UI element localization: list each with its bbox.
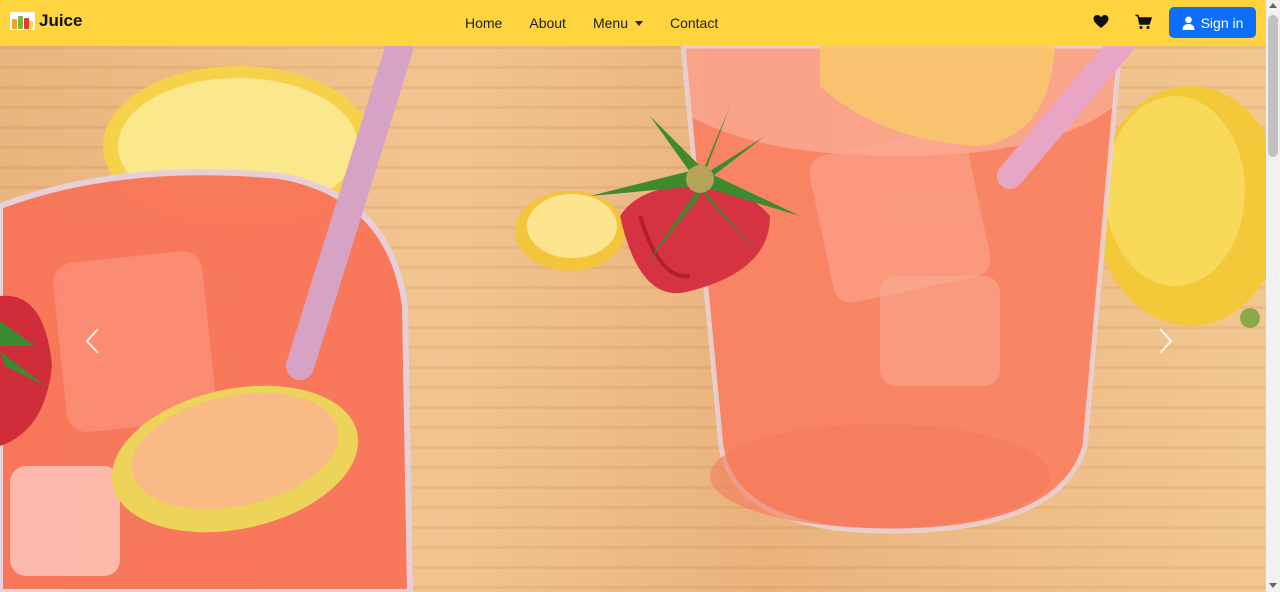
carousel-prev-button[interactable] (82, 326, 110, 356)
scroll-down-icon[interactable] (1269, 583, 1277, 588)
brand-name: Juice (39, 11, 83, 30)
nav-about[interactable]: About (529, 15, 566, 31)
heart-icon[interactable] (1093, 14, 1111, 32)
scroll-up-icon[interactable] (1269, 3, 1277, 8)
nav-menu-dropdown[interactable]: Menu (593, 15, 643, 31)
signin-label: Sign in (1200, 14, 1244, 31)
brand[interactable]: Juice (10, 11, 82, 31)
chevron-left-icon (85, 328, 99, 354)
user-icon (1182, 16, 1195, 30)
nav-contact-label: Contact (669, 15, 719, 31)
carousel-next-button[interactable] (1156, 326, 1184, 356)
caret-down-icon (634, 20, 643, 26)
scroll-thumb[interactable] (1268, 15, 1278, 157)
juice-bottles-icon (10, 12, 35, 30)
navbar: Juice Home About Menu Contact Sign in (0, 0, 1266, 46)
main-nav: Home About Menu Contact (465, 15, 745, 31)
page-scrollbar[interactable] (1266, 0, 1280, 592)
strawberry-lemonade-image (0, 46, 1266, 592)
hero-carousel (0, 46, 1266, 592)
nav-home-label: Home (465, 15, 503, 31)
nav-contact[interactable]: Contact (670, 15, 718, 31)
signin-button[interactable]: Sign in (1169, 7, 1256, 38)
nav-about-label: About (529, 15, 566, 31)
nav-home[interactable]: Home (465, 15, 502, 31)
chevron-right-icon (1159, 328, 1173, 354)
nav-menu-label: Menu (592, 15, 628, 31)
cart-icon[interactable] (1135, 14, 1153, 32)
